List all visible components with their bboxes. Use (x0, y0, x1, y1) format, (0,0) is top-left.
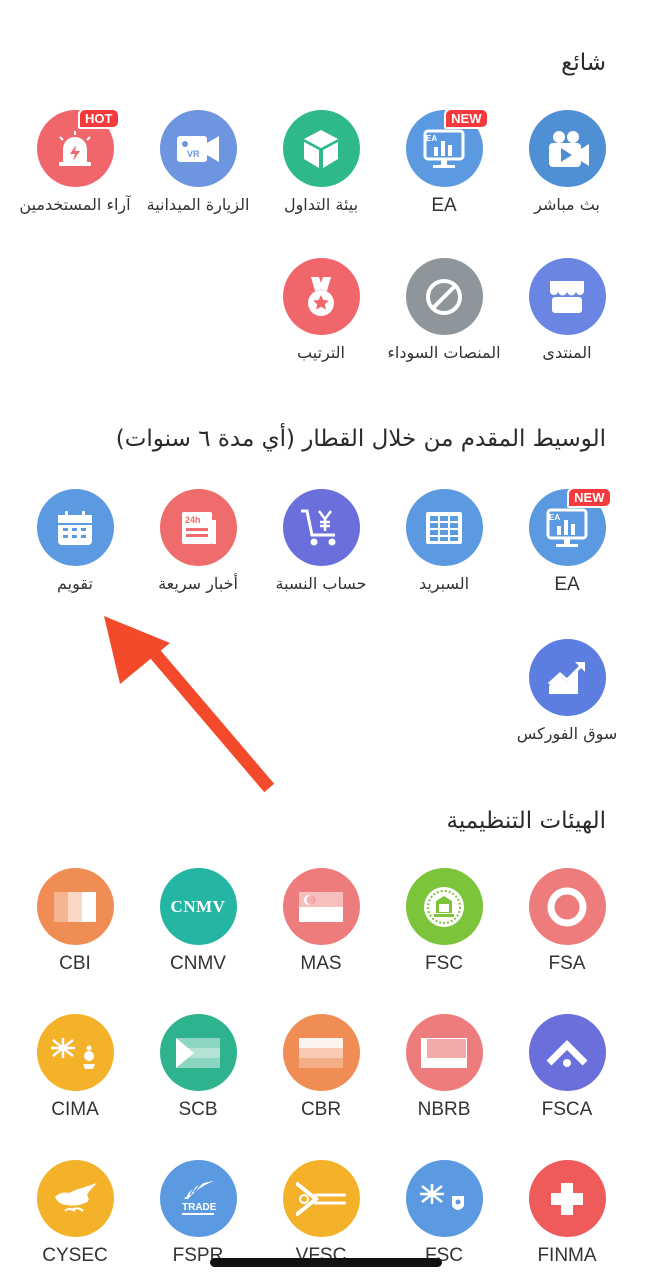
tile-regulator-cima[interactable]: CIMA (11, 1014, 139, 1144)
tile-label: FINMA (537, 1245, 597, 1266)
tile-label: CYSEC (42, 1245, 108, 1266)
tile-label: NBRB (417, 1099, 471, 1120)
belize-crest-icon (405, 868, 483, 945)
swiss-cross-icon (528, 1160, 606, 1237)
bvi-flag-icon (405, 1160, 483, 1237)
cnmv-logo-icon: CNMV (159, 868, 237, 945)
tile-label: FSC (425, 953, 463, 974)
tile-regulator-fsca[interactable]: FSCA (503, 1014, 631, 1144)
cayman-flag-icon (36, 1014, 114, 1091)
tile-regulator-finma[interactable]: FINMA (503, 1160, 631, 1280)
cyprus-map-icon (36, 1160, 114, 1237)
fspr-logo-text: TRADE (182, 1202, 217, 1213)
tile-regulator-cbr[interactable]: CBR (257, 1014, 385, 1144)
tile-label: CBI (59, 953, 91, 974)
russia-flag-icon (282, 1014, 360, 1091)
tile-label: CNMV (170, 953, 226, 974)
fern-logo-icon: TRADE (159, 1160, 237, 1237)
chevron-roof-icon (528, 1014, 606, 1091)
tile-regulator-cnmv[interactable]: CNMV CNMV (134, 868, 262, 998)
tile-regulator-fsa[interactable]: FSA (503, 868, 631, 998)
tile-label: FSA (548, 953, 586, 974)
tile-regulator-nbrb[interactable]: NBRB (380, 1014, 508, 1144)
home-indicator[interactable] (210, 1258, 442, 1267)
tile-label: FSCA (541, 1099, 593, 1120)
tile-label: MAS (300, 953, 342, 974)
singapore-flag-icon (282, 868, 360, 945)
tile-regulator-mas[interactable]: MAS (257, 868, 385, 998)
tile-regulator-cysec[interactable]: CYSEC (11, 1160, 139, 1280)
vanuatu-flag-icon (282, 1160, 360, 1237)
tile-label: CBR (300, 1099, 342, 1120)
tile-label: SCB (178, 1099, 218, 1120)
cnmv-logo-text: CNMV (170, 896, 226, 916)
tile-regulator-scb[interactable]: SCB (134, 1014, 262, 1144)
belarus-flag-icon (405, 1014, 483, 1091)
ring-icon (528, 868, 606, 945)
tile-label: CIMA (51, 1099, 99, 1120)
tile-regulator-fsc-belize[interactable]: FSC (380, 868, 508, 998)
ireland-flag-icon (36, 868, 114, 945)
tile-regulator-cbi[interactable]: CBI (11, 868, 139, 998)
bahamas-flag-icon (159, 1014, 237, 1091)
